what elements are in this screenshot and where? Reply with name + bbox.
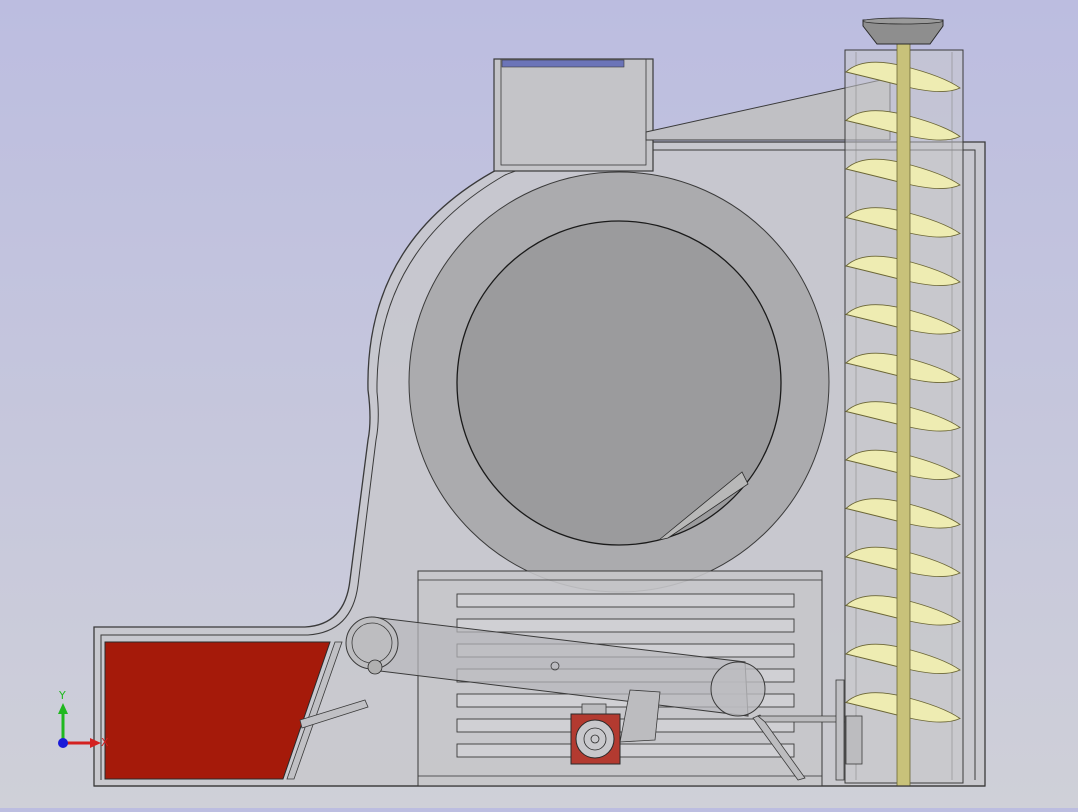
driven-pulley-large[interactable] bbox=[710, 661, 766, 717]
drum-inner[interactable] bbox=[456, 220, 782, 546]
pipe-flange bbox=[835, 679, 845, 781]
inlet-blue-plate bbox=[501, 59, 625, 68]
outlet-pipe bbox=[756, 715, 846, 723]
screw-shaft[interactable] bbox=[896, 37, 911, 787]
grille-slat bbox=[456, 593, 795, 608]
inlet-chute[interactable] bbox=[493, 58, 654, 172]
cad-viewport[interactable]: Y X bbox=[0, 0, 1078, 808]
cad-drawing: Y X bbox=[58, 17, 986, 787]
grille-slat bbox=[456, 743, 795, 758]
y-axis-arrow bbox=[58, 703, 68, 714]
z-axis-dot bbox=[58, 738, 68, 748]
x-axis-label: X bbox=[101, 736, 109, 749]
y-axis-label: Y bbox=[58, 689, 66, 702]
bottom-bearing bbox=[845, 715, 863, 765]
grille-slat bbox=[456, 618, 795, 633]
